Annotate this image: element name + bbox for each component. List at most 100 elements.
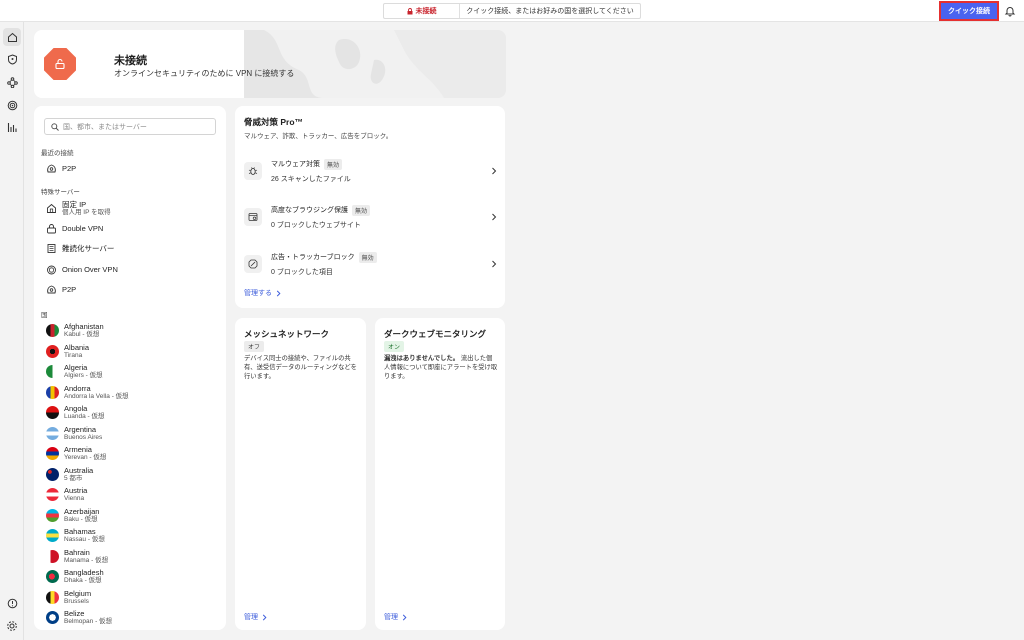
flag-albania-icon	[46, 344, 59, 358]
threat-subtitle: マルウェア、詐欺、トラッカー、広告をブロック。	[244, 133, 393, 140]
country-item[interactable]: Argentina Buenos Aires	[46, 425, 216, 442]
manage-label: 管理する	[244, 290, 272, 297]
darkweb-desc: 漏洩はありませんでした。 流出した個人情報について即座にアラートを受け取ります。	[384, 354, 498, 381]
gear-icon[interactable]	[3, 617, 21, 635]
meshnet-manage-link[interactable]: 管理	[244, 612, 268, 622]
status-indicator: 未接続	[384, 4, 460, 18]
country-item[interactable]: Belize Belmopan - 仮想	[46, 609, 216, 626]
top-bar: 未接続 クイック接続、またはお好みの国を選択してください クイック接続	[0, 0, 1024, 22]
flag-bahamas-icon	[46, 529, 59, 542]
item-name: Onion Over VPN	[62, 265, 118, 274]
chevron-right-icon	[492, 260, 497, 268]
item-sub: Belmopan - 仮想	[64, 618, 113, 625]
country-item[interactable]: Australia 5 都市	[46, 466, 216, 483]
feature-name: 高度なブラウジング保護	[271, 207, 348, 214]
country-item[interactable]: Afghanistan Kabul - 仮想	[46, 322, 216, 339]
list-item-double-vpn[interactable]: Double VPN	[46, 223, 216, 234]
country-item[interactable]: Bangladesh Dhaka - 仮想	[46, 568, 216, 585]
country-item[interactable]: Austria Vienna	[46, 486, 216, 503]
flag-algeria-icon	[46, 365, 59, 378]
item-sub: Algiers - 仮想	[64, 372, 103, 379]
item-name: P2P	[62, 164, 77, 173]
country-item[interactable]: Albania Tirana	[46, 343, 216, 360]
shield-icon[interactable]	[3, 50, 21, 68]
item-name: Algeria	[64, 363, 88, 372]
status-hint: クイック接続、またはお好みの国を選択してください	[466, 8, 634, 15]
dark-web-monitor-card[interactable]: ダークウェブモニタリング オン 漏洩はありませんでした。 流出した個人情報につい…	[375, 318, 505, 630]
hero-title: 未接続	[114, 55, 147, 67]
item-sub: Tirana	[64, 351, 83, 359]
chevron-right-icon	[492, 213, 497, 221]
flag-argentina-icon	[46, 426, 59, 440]
darkweb-status-badge: オン	[384, 341, 405, 352]
country-item[interactable]: Algeria Algiers - 仮想	[46, 363, 216, 380]
bell-icon[interactable]	[1004, 5, 1016, 17]
item-name: Double VPN	[62, 224, 104, 233]
feature-desc: 26 スキャンしたファイル	[271, 175, 351, 183]
flag-austria-icon	[46, 488, 59, 501]
recent-label: 最近の接続	[41, 150, 74, 157]
item-sub: Dhaka - 仮想	[64, 577, 102, 584]
feature-browsing[interactable]: 高度なブラウジング保護 無効 0 ブロックしたウェブサイト	[244, 202, 498, 232]
countries-label: 国	[41, 312, 48, 319]
block-icon	[244, 255, 262, 273]
list-item-obfuscated[interactable]: 難読化サーバー	[46, 243, 216, 254]
item-name: Afghanistan	[64, 322, 104, 331]
meshnet-desc: デバイス同士の接続や、ファイルの共有、送受信データのルーティングなどを行います。	[244, 355, 357, 380]
onion-icon	[46, 264, 57, 275]
country-item[interactable]: Armenia Yerevan - 仮想	[46, 445, 216, 462]
feature-malware[interactable]: マルウェア対策 無効 26 スキャンしたファイル	[244, 156, 498, 186]
home-icon[interactable]	[3, 28, 21, 46]
list-item-dedicated-ip[interactable]: 固定 IP 個人用 IP を取得	[46, 200, 216, 217]
feature-desc: 0 ブロックしたウェブサイト	[271, 221, 361, 229]
item-sub: Andorra la Vella - 仮想	[64, 392, 129, 400]
country-item[interactable]: Andorra Andorra la Vella - 仮想	[46, 384, 216, 401]
connection-status-bar: 未接続 クイック接続、またはお好みの国を選択してください	[383, 3, 641, 19]
country-item[interactable]: Angola Luanda - 仮想	[46, 404, 216, 421]
flag-belize-icon	[46, 611, 59, 624]
threat-manage-link[interactable]: 管理する	[244, 288, 282, 298]
darkweb-manage-link[interactable]: 管理	[384, 612, 408, 622]
mesh-icon[interactable]	[3, 73, 21, 91]
feature-ad-blocker[interactable]: 広告・トラッカーブロック 無効 0 ブロックした項目	[244, 249, 498, 279]
chart-icon[interactable]	[3, 118, 21, 136]
country-item[interactable]: Azerbaijan Baku - 仮想	[46, 507, 216, 524]
item-name: Andorra	[64, 383, 91, 393]
p2p-icon	[46, 163, 57, 174]
country-item[interactable]: Bahamas Nassau - 仮想	[46, 527, 216, 544]
help-icon[interactable]	[3, 594, 21, 612]
server-list-panel: 国、都市、またはサーバー 最近の接続 P2P 特殊サーバー 固定 IP 個人用 …	[34, 106, 226, 630]
special-label: 特殊サーバー	[41, 189, 80, 196]
item-sub: 個人用 IP を取得	[62, 209, 111, 216]
target-icon[interactable]	[3, 96, 21, 114]
house-icon	[46, 203, 57, 214]
nav-rail	[0, 22, 24, 640]
search-input[interactable]: 国、都市、またはサーバー	[44, 118, 216, 135]
item-sub: Nassau - 仮想	[64, 536, 105, 543]
meshnet-status-badge: オフ	[244, 341, 265, 352]
meshnet-card[interactable]: メッシュネットワーク オフ デバイス同士の接続や、ファイルの共有、送受信データの…	[235, 318, 366, 630]
item-name: Australia	[64, 465, 94, 475]
list-item-p2p[interactable]: P2P	[46, 284, 216, 295]
flag-angola-icon	[46, 406, 59, 419]
status-text: 未接続	[415, 8, 437, 15]
status-badge: 無効	[352, 204, 371, 216]
hero-subtitle: オンラインセキュリティのために VPN に接続する	[114, 69, 295, 78]
item-name: Bahrain	[64, 547, 90, 557]
chevron-right-icon	[276, 290, 281, 296]
country-item[interactable]: Belgium Brussels	[46, 589, 216, 606]
lock-icon	[407, 7, 412, 14]
threat-protection-card: 脅威対策 Pro™ マルウェア、詐欺、トラッカー、広告をブロック。 マルウェア対…	[235, 106, 505, 308]
country-item[interactable]: Bahrain Manama - 仮想	[46, 548, 216, 565]
quick-connect-button[interactable]: クイック接続	[939, 1, 999, 21]
chevron-right-icon	[492, 167, 497, 175]
item-sub: Manama - 仮想	[64, 556, 109, 564]
list-item-onion[interactable]: Onion Over VPN	[46, 264, 216, 275]
flag-belgium-icon	[46, 590, 59, 604]
item-name: Belgium	[64, 588, 92, 598]
list-item-recent-p2p[interactable]: P2P	[46, 163, 216, 174]
item-name: Argentina	[64, 424, 97, 434]
connection-hero-card: 未接続 オンラインセキュリティのために VPN に接続する	[34, 30, 506, 98]
p2p-icon	[46, 284, 57, 295]
chevron-right-icon	[402, 614, 407, 620]
